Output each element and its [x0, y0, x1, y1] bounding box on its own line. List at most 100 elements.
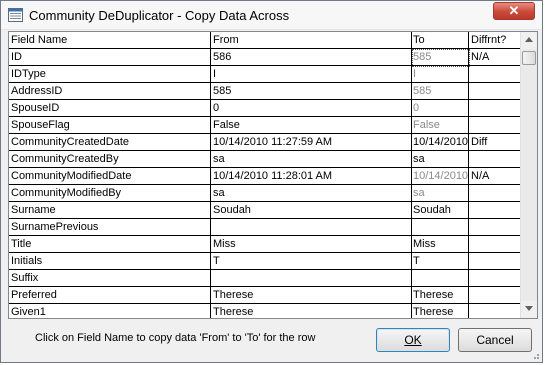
from-value-cell	[211, 270, 412, 286]
different-flag-cell	[469, 270, 520, 286]
field-name-cell[interactable]: SpouseID	[9, 100, 211, 116]
vertical-scrollbar[interactable]	[520, 32, 537, 318]
ok-button-label: OK	[404, 333, 422, 347]
different-flag-cell: Diff	[471, 136, 488, 148]
field-name-cell[interactable]: SurnamePrevious	[9, 219, 211, 235]
different-flag-cell	[469, 304, 520, 318]
table-row: Surname Soudah Soudah	[9, 202, 520, 219]
table-row: Suffix	[9, 270, 520, 287]
different-flag-cell	[469, 236, 520, 252]
from-value-cell: 585	[211, 83, 412, 99]
resize-grip-icon[interactable]	[530, 350, 540, 360]
field-name-cell[interactable]: CommunityCreatedDate	[9, 134, 211, 150]
field-name-cell[interactable]: Suffix	[9, 270, 211, 286]
column-header-to[interactable]: To	[412, 32, 469, 48]
table-row: IDType I I	[9, 66, 520, 83]
field-name-cell[interactable]: CommunityCreatedBy	[9, 151, 211, 167]
field-name-cell[interactable]: CommunityModifiedBy	[9, 185, 211, 201]
table-row: AddressID 585 585	[9, 83, 520, 100]
column-header-from[interactable]: From	[211, 32, 412, 48]
field-name-cell[interactable]: IDType	[9, 66, 211, 82]
from-value-cell: I	[211, 66, 412, 82]
different-flag-cell: N/A	[471, 51, 490, 63]
from-value-cell: Miss	[211, 236, 412, 252]
from-value-cell: 0	[211, 100, 412, 116]
app-icon	[8, 8, 23, 22]
table-row: Given1 Therese Therese	[9, 304, 520, 318]
different-flag-cell	[469, 219, 520, 235]
ok-button[interactable]: OK	[376, 328, 450, 352]
different-flag-cell	[469, 287, 520, 303]
from-value-cell: sa	[211, 151, 412, 167]
different-flag-cell	[469, 117, 520, 133]
chevron-down-icon	[525, 306, 533, 311]
from-value-cell: 10/14/2010 11:27:59 AM	[211, 134, 412, 150]
to-value-cell[interactable]: T	[412, 253, 469, 269]
different-flag-cell	[469, 151, 520, 167]
to-value-cell[interactable]	[412, 270, 469, 286]
field-name-cell[interactable]: Surname	[9, 202, 211, 218]
different-flag-cell	[469, 100, 520, 116]
to-value-cell[interactable]: 585	[412, 83, 469, 99]
to-value-cell[interactable]: Soudah	[412, 202, 469, 218]
to-value-cell[interactable]: 10/14/2010	[412, 168, 469, 184]
scrollbar-thumb[interactable]	[522, 51, 536, 65]
to-value-cell[interactable]: Therese	[412, 304, 469, 318]
field-name-cell[interactable]: CommunityModifiedDate	[9, 168, 211, 184]
table-row: SpouseFlag False False	[9, 117, 520, 134]
to-value-cell[interactable]: Therese	[412, 287, 469, 303]
different-flag-cell: N/A	[471, 170, 490, 182]
from-value-cell: T	[211, 253, 412, 269]
data-grid: Field Name From To Diffrnt? ID 586 585 N/A I…	[8, 31, 538, 319]
table-row: Title Miss Miss	[9, 236, 520, 253]
table-row: Preferred Therese Therese	[9, 287, 520, 304]
column-header-different[interactable]: Diffrnt?	[469, 32, 520, 48]
field-name-cell[interactable]: Given1	[9, 304, 211, 318]
table-row: ID 586 585 N/A	[9, 49, 520, 66]
table-row: CommunityModifiedDate 10/14/2010 11:28:01…	[9, 168, 520, 185]
to-value-cell[interactable]: sa	[412, 185, 469, 201]
scroll-up-button[interactable]	[521, 32, 537, 49]
field-name-cell[interactable]: Initials	[9, 253, 211, 269]
copy-data-dialog: Community DeDuplicator - Copy Data Acros…	[0, 0, 543, 363]
close-button[interactable]: ✕	[493, 2, 535, 20]
from-value-cell: sa	[211, 185, 412, 201]
different-flag-cell	[469, 66, 520, 82]
field-name-cell[interactable]: SpouseFlag	[9, 117, 211, 133]
field-name-cell[interactable]: Title	[9, 236, 211, 252]
from-value-cell: Therese	[211, 287, 412, 303]
instruction-text: Click on Field Name to copy data 'From' …	[35, 332, 316, 344]
from-value-cell: False	[211, 117, 412, 133]
table-row: SurnamePrevious	[9, 219, 520, 236]
scroll-down-button[interactable]	[521, 301, 537, 318]
from-value-cell: Soudah	[211, 202, 412, 218]
cancel-button[interactable]: Cancel	[458, 328, 532, 352]
to-value-cell[interactable]	[412, 219, 469, 235]
field-name-cell[interactable]: Preferred	[9, 287, 211, 303]
different-flag-cell	[469, 185, 520, 201]
column-header-field-name[interactable]: Field Name	[9, 32, 211, 48]
to-value-cell[interactable]: 10/14/2010	[412, 134, 469, 150]
field-name-cell[interactable]: AddressID	[9, 83, 211, 99]
to-value-cell[interactable]: False	[412, 117, 469, 133]
table-row: Initials T T	[9, 253, 520, 270]
from-value-cell: 10/14/2010 11:28:01 AM	[211, 168, 412, 184]
to-value-cell[interactable]: I	[412, 66, 469, 82]
from-value-cell: 586	[211, 49, 412, 65]
title-bar: Community DeDuplicator - Copy Data Acros…	[1, 1, 542, 30]
to-value-cell[interactable]: 0	[412, 100, 469, 116]
close-icon: ✕	[508, 3, 520, 18]
table-row: CommunityCreatedBy sa sa	[9, 151, 520, 168]
to-value-cell[interactable]: 585	[412, 49, 469, 65]
different-flag-cell	[469, 253, 520, 269]
field-name-cell[interactable]: ID	[9, 49, 211, 65]
from-value-cell	[211, 219, 412, 235]
table-row: SpouseID 0 0	[9, 100, 520, 117]
to-value-cell[interactable]: sa	[412, 151, 469, 167]
to-value-cell[interactable]: Miss	[412, 236, 469, 252]
grid-body: Field Name From To Diffrnt? ID 586 585 N/A I…	[9, 32, 520, 318]
grid-header-row: Field Name From To Diffrnt?	[9, 32, 520, 49]
table-row: CommunityCreatedDate 10/14/2010 11:27:59 …	[9, 134, 520, 151]
different-flag-cell	[469, 202, 520, 218]
table-row: CommunityModifiedBy sa sa	[9, 185, 520, 202]
